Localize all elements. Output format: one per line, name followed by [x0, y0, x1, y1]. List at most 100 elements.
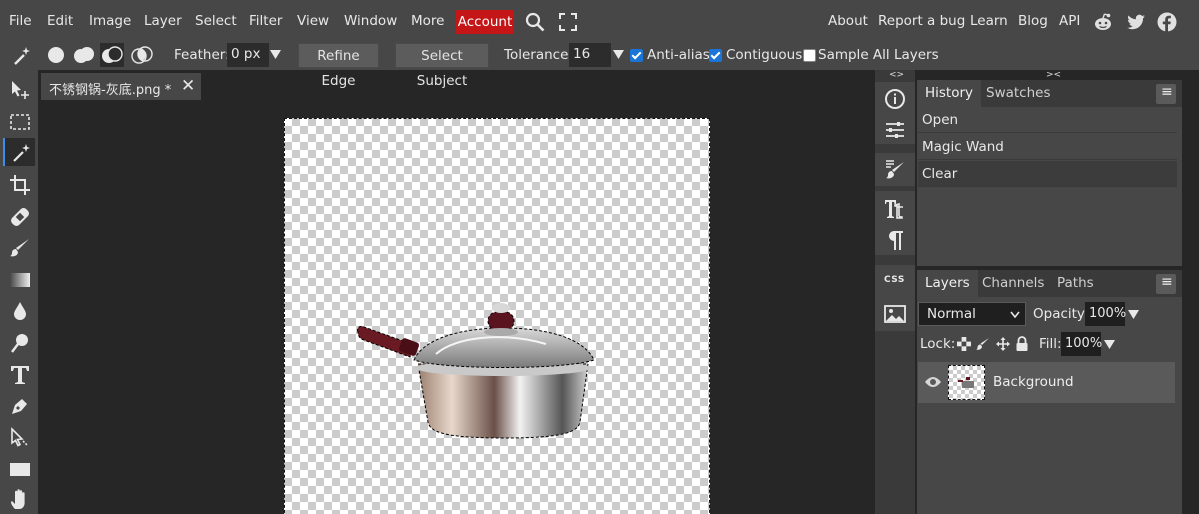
history-item-label: Open [922, 112, 959, 128]
menu-view[interactable]: View [297, 13, 329, 29]
tool-options-bar: Feather: 0 px Refine Edge Select Subject… [0, 40, 1199, 89]
layers-menu-icon[interactable] [1156, 274, 1176, 294]
link-api[interactable]: API [1059, 13, 1080, 29]
info-icon[interactable] [883, 87, 907, 111]
antialias-label: Anti-alias [647, 47, 710, 63]
link-learn[interactable]: Learn [970, 13, 1008, 29]
tool-marquee[interactable] [3, 107, 35, 135]
tool-magic-wand[interactable] [3, 138, 35, 166]
selection-add-icon[interactable] [72, 43, 96, 67]
lock-position-icon[interactable] [996, 337, 1010, 351]
tool-hand[interactable] [3, 484, 35, 512]
lock-all-icon[interactable] [1015, 336, 1029, 351]
paragraph-icon[interactable] [883, 228, 907, 252]
selection-subtract-icon[interactable] [100, 43, 124, 67]
feather-dropdown-icon[interactable] [270, 50, 281, 60]
select-subject-button[interactable]: Select Subject [395, 43, 489, 89]
fullscreen-icon[interactable] [558, 12, 578, 32]
history-item-magic-wand[interactable]: Magic Wand [918, 134, 1177, 160]
tab-swatches[interactable]: Swatches [978, 80, 1059, 107]
tool-dodge[interactable] [3, 328, 35, 356]
brush-icon [10, 239, 29, 257]
eye-icon[interactable] [924, 375, 942, 389]
contiguous-label: Contiguous [726, 47, 803, 63]
link-blog[interactable]: Blog [1018, 13, 1048, 29]
history-panel-tabs: History Swatches [917, 80, 1182, 107]
tool-pen[interactable] [3, 391, 35, 419]
lock-label: Lock: [920, 336, 956, 352]
history-item-clear[interactable]: Clear [918, 161, 1177, 187]
tool-rectangle[interactable] [3, 454, 35, 482]
opacity-input[interactable]: 100% [1085, 302, 1126, 326]
menu-layer[interactable]: Layer [144, 13, 182, 29]
tab-paths[interactable]: Paths [1049, 270, 1102, 297]
tool-gradient[interactable] [3, 265, 35, 293]
search-icon[interactable] [525, 12, 545, 32]
adjustments-icon[interactable] [883, 118, 907, 142]
document-tab[interactable]: 不锈钢锅-灰底.png * ✕ [41, 73, 201, 100]
css-icon[interactable]: CSS [884, 275, 905, 285]
strip-group-2 [875, 153, 915, 186]
document-tab-title: 不锈钢锅-灰底.png * [49, 83, 172, 98]
bandage-icon [11, 208, 29, 226]
fill-input[interactable]: 100% [1061, 332, 1102, 356]
feather-input[interactable]: 0 px [227, 43, 269, 67]
canvas-viewport[interactable] [284, 118, 710, 514]
layers-panel: Layers Channels Paths Normal Opacity: 10… [917, 270, 1182, 514]
menu-more[interactable]: More [411, 13, 444, 29]
fill-label: Fill: [1039, 336, 1062, 352]
layer-thumbnail [948, 365, 985, 400]
reddit-icon[interactable] [1093, 12, 1113, 32]
tool-move[interactable] [3, 75, 35, 103]
refine-edge-button[interactable]: Refine Edge [298, 43, 379, 89]
collapse-icon[interactable]: <> [889, 70, 904, 80]
tab-history[interactable]: History [917, 80, 982, 107]
close-icon[interactable]: ✕ [181, 76, 195, 96]
tool-brush[interactable] [3, 233, 35, 261]
lock-pixels-icon[interactable] [976, 337, 990, 351]
menu-window[interactable]: Window [344, 13, 397, 29]
panel-icon-strip: <> CSS [875, 70, 915, 514]
tolerance-dropdown-icon[interactable] [613, 50, 624, 60]
layer-name: Background [993, 374, 1074, 390]
lock-transparency-icon[interactable] [957, 337, 971, 351]
sample-all-layers-checkbox[interactable] [803, 49, 816, 62]
tolerance-input[interactable]: 16 [569, 43, 611, 67]
menu-filter[interactable]: Filter [249, 13, 282, 29]
tool-blur[interactable] [3, 296, 35, 324]
image-icon[interactable] [883, 302, 907, 326]
menu-image[interactable]: Image [89, 13, 131, 29]
facebook-icon[interactable] [1157, 12, 1177, 32]
type-icon [11, 366, 29, 384]
tool-healing[interactable] [3, 202, 35, 230]
tab-layers[interactable]: Layers [917, 270, 978, 297]
strip-group-3 [875, 191, 915, 255]
blend-mode-select[interactable]: Normal [918, 302, 1026, 326]
tab-channels[interactable]: Channels [974, 270, 1052, 297]
expand-icon[interactable]: >< [1046, 70, 1061, 80]
tool-type[interactable] [3, 360, 35, 388]
selection-intersect-icon[interactable] [130, 43, 154, 67]
antialias-checkbox[interactable] [630, 49, 643, 62]
tool-path-select[interactable] [3, 423, 35, 451]
history-item-open[interactable]: Open [918, 107, 1177, 133]
contiguous-checkbox[interactable] [709, 49, 722, 62]
strip-group-1 [875, 82, 915, 144]
fill-dropdown-icon[interactable] [1104, 340, 1115, 350]
account-button[interactable]: Account [456, 10, 514, 34]
twitter-icon[interactable] [1126, 12, 1146, 32]
menu-edit[interactable]: Edit [47, 13, 73, 29]
link-report-bug[interactable]: Report a bug [878, 13, 965, 29]
opacity-dropdown-icon[interactable] [1128, 310, 1139, 320]
history-menu-icon[interactable] [1156, 84, 1176, 104]
opacity-label: Opacity: [1033, 306, 1089, 322]
menu-select[interactable]: Select [195, 13, 237, 29]
menu-file[interactable]: File [9, 13, 32, 29]
tool-crop[interactable] [3, 170, 35, 198]
selection-new-icon[interactable] [44, 43, 68, 67]
layer-row-background[interactable]: Background [918, 362, 1175, 403]
brush-settings-icon[interactable] [883, 158, 907, 182]
character-icon[interactable] [883, 197, 907, 221]
link-about[interactable]: About [828, 13, 868, 29]
layers-panel-tabs: Layers Channels Paths [917, 270, 1182, 297]
